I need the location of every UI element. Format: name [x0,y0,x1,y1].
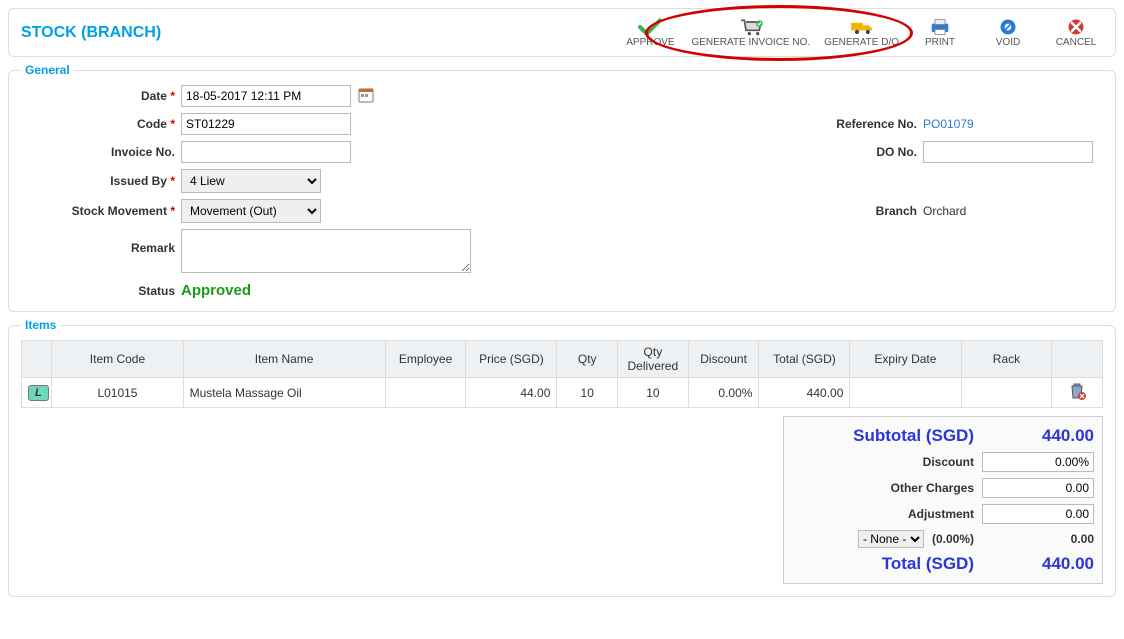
adjustment-input[interactable] [982,504,1094,524]
totals-box: Subtotal (SGD) 440.00 Discount Other Cha… [783,416,1103,584]
invoiceno-input[interactable] [181,141,351,163]
total-value: 440.00 [982,554,1094,574]
delete-row-icon[interactable] [1068,389,1086,403]
dono-label: DO No. [823,145,923,159]
stockmove-label: Stock Movement * [21,204,181,218]
stockmove-select[interactable]: Movement (Out) [181,199,321,223]
othercharges-label: Other Charges [792,481,974,495]
invoiceno-label: Invoice No. [21,145,181,159]
generate-invoice-button[interactable]: GENERATE INVOICE NO. [691,17,810,48]
calendar-icon[interactable] [358,87,374,106]
subtotal-label: Subtotal (SGD) [792,426,974,446]
status-label: Status [21,284,181,298]
code-input[interactable] [181,113,351,135]
refno-label: Reference No. [823,117,923,131]
page-title: STOCK (BRANCH) [21,24,161,42]
dono-input[interactable] [923,141,1093,163]
truck-icon [848,17,876,37]
tax-pct: (0.00%) [932,532,974,546]
check-icon [636,17,664,37]
issuedby-select[interactable]: 4 Liew [181,169,321,193]
date-label: Date * [21,89,181,103]
discount-label: Discount [792,455,974,469]
generate-do-button[interactable]: GENERATE D/O [824,17,899,48]
items-section: Items Item Code Item Name Employee Price… [8,318,1116,597]
adjustment-label: Adjustment [792,507,974,521]
print-button[interactable]: PRINT [913,17,967,48]
cancel-button[interactable]: CANCEL [1049,17,1103,48]
subtotal-value: 440.00 [982,426,1094,446]
item-badge: L [28,385,49,401]
discount-input[interactable] [982,452,1094,472]
tax-value: 0.00 [982,532,1094,546]
general-section: General Date * Code * Reference No. PO01… [8,63,1116,312]
total-label: Total (SGD) [792,554,974,574]
printer-icon [926,17,954,37]
header-bar: STOCK (BRANCH) APPROVE GENERATE INVOICE … [8,8,1116,57]
remark-label: Remark [21,229,181,255]
void-icon [994,17,1022,37]
branch-value: Orchard [923,204,1103,218]
refno-link[interactable]: PO01079 [923,117,974,131]
date-input[interactable] [181,85,351,107]
cancel-icon [1062,17,1090,37]
code-label: Code * [21,117,181,131]
issuedby-label: Issued By * [21,174,181,188]
items-legend: Items [21,318,60,332]
general-legend: General [21,63,74,77]
table-header-row: Item Code Item Name Employee Price (SGD)… [22,341,1103,378]
items-table: Item Code Item Name Employee Price (SGD)… [21,340,1103,408]
tax-select[interactable]: - None - [858,530,924,548]
branch-label: Branch [823,204,923,218]
remark-textarea[interactable] [181,229,471,273]
cart-invoice-icon [737,17,765,37]
toolbar: APPROVE GENERATE INVOICE NO. GENERATE D/… [623,17,1103,48]
void-button[interactable]: VOID [981,17,1035,48]
status-value: Approved [181,282,251,299]
table-row[interactable]: L L01015 Mustela Massage Oil 44.00 10 10… [22,378,1103,408]
approve-button[interactable]: APPROVE [623,17,677,48]
othercharges-input[interactable] [982,478,1094,498]
